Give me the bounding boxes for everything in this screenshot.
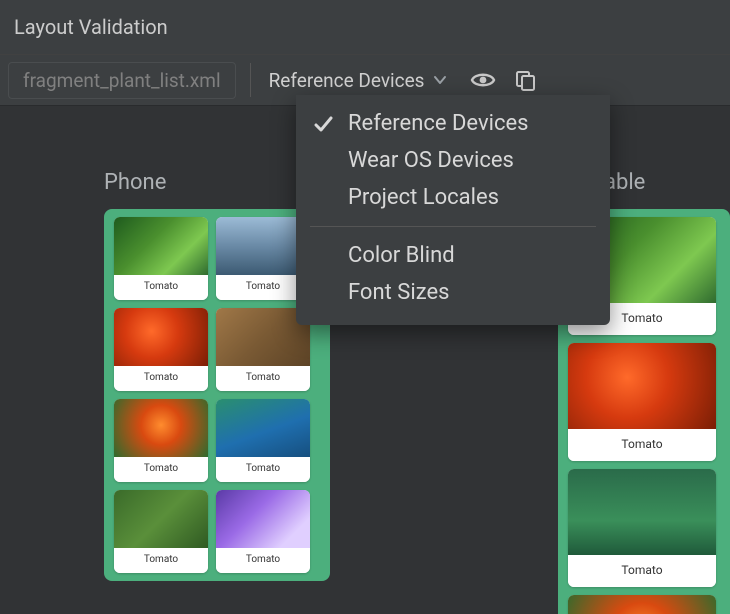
preview-card[interactable]: Tomato (568, 595, 716, 614)
dropdown-item-label: Project Locales (348, 185, 499, 210)
dropdown-item-label: Wear OS Devices (348, 148, 514, 173)
card-label: Tomato (114, 548, 208, 573)
dropdown-item-label: Reference Devices (348, 111, 529, 136)
preview-card[interactable]: Tomato (568, 343, 716, 461)
dropdown-item-reference-devices[interactable]: Reference Devices (296, 105, 610, 142)
preview-card[interactable]: Tomato (568, 469, 716, 587)
card-label: Tomato (568, 555, 716, 587)
preview-card[interactable]: Tomato (114, 490, 208, 573)
card-label: Tomato (216, 366, 310, 391)
visibility-icon[interactable] (470, 67, 496, 93)
breadcrumb-file[interactable]: fragment_plant_list.xml (8, 62, 236, 99)
preview-card[interactable]: Tomato (114, 308, 208, 391)
card-thumbnail (114, 399, 208, 457)
card-thumbnail (568, 343, 716, 429)
card-label: Tomato (216, 548, 310, 573)
card-thumbnail (114, 308, 208, 366)
dropdown-item-label: Color Blind (348, 243, 455, 268)
check-icon (310, 113, 336, 135)
preview-card[interactable]: Tomato (114, 399, 208, 482)
dropdown-item-wear-os[interactable]: Wear OS Devices (296, 142, 610, 179)
panel-header: Layout Validation (0, 0, 730, 55)
dropdown-item-font-sizes[interactable]: Font Sizes (296, 274, 610, 311)
card-thumbnail (216, 490, 310, 548)
dropdown-item-color-blind[interactable]: Color Blind (296, 237, 610, 274)
device-label-right: able (604, 170, 730, 195)
card-label: Tomato (114, 275, 208, 300)
card-thumbnail (114, 490, 208, 548)
toolbar-separator (250, 63, 251, 97)
device-set-dropdown-label: Reference Devices (269, 69, 425, 92)
card-thumbnail (114, 217, 208, 275)
card-label: Tomato (114, 457, 208, 482)
dropdown-separator (310, 226, 596, 227)
dropdown-item-label: Font Sizes (348, 280, 449, 305)
card-thumbnail (568, 469, 716, 555)
preview-card[interactable]: Tomato (216, 399, 310, 482)
card-label: Tomato (568, 429, 716, 461)
card-label: Tomato (216, 457, 310, 482)
device-set-dropdown-popup: Reference Devices Wear OS Devices Projec… (296, 95, 610, 325)
preview-card[interactable]: Tomato (114, 217, 208, 300)
panel-title: Layout Validation (14, 15, 168, 39)
preview-card[interactable]: Tomato (216, 490, 310, 573)
card-thumbnail (216, 399, 310, 457)
device-set-dropdown[interactable]: Reference Devices (263, 65, 455, 96)
toolbar-icon-group (470, 67, 538, 93)
copy-icon[interactable] (512, 67, 538, 93)
card-thumbnail (568, 595, 716, 614)
card-label: Tomato (114, 366, 208, 391)
dropdown-item-project-locales[interactable]: Project Locales (296, 179, 610, 216)
chevron-down-icon (432, 72, 448, 88)
